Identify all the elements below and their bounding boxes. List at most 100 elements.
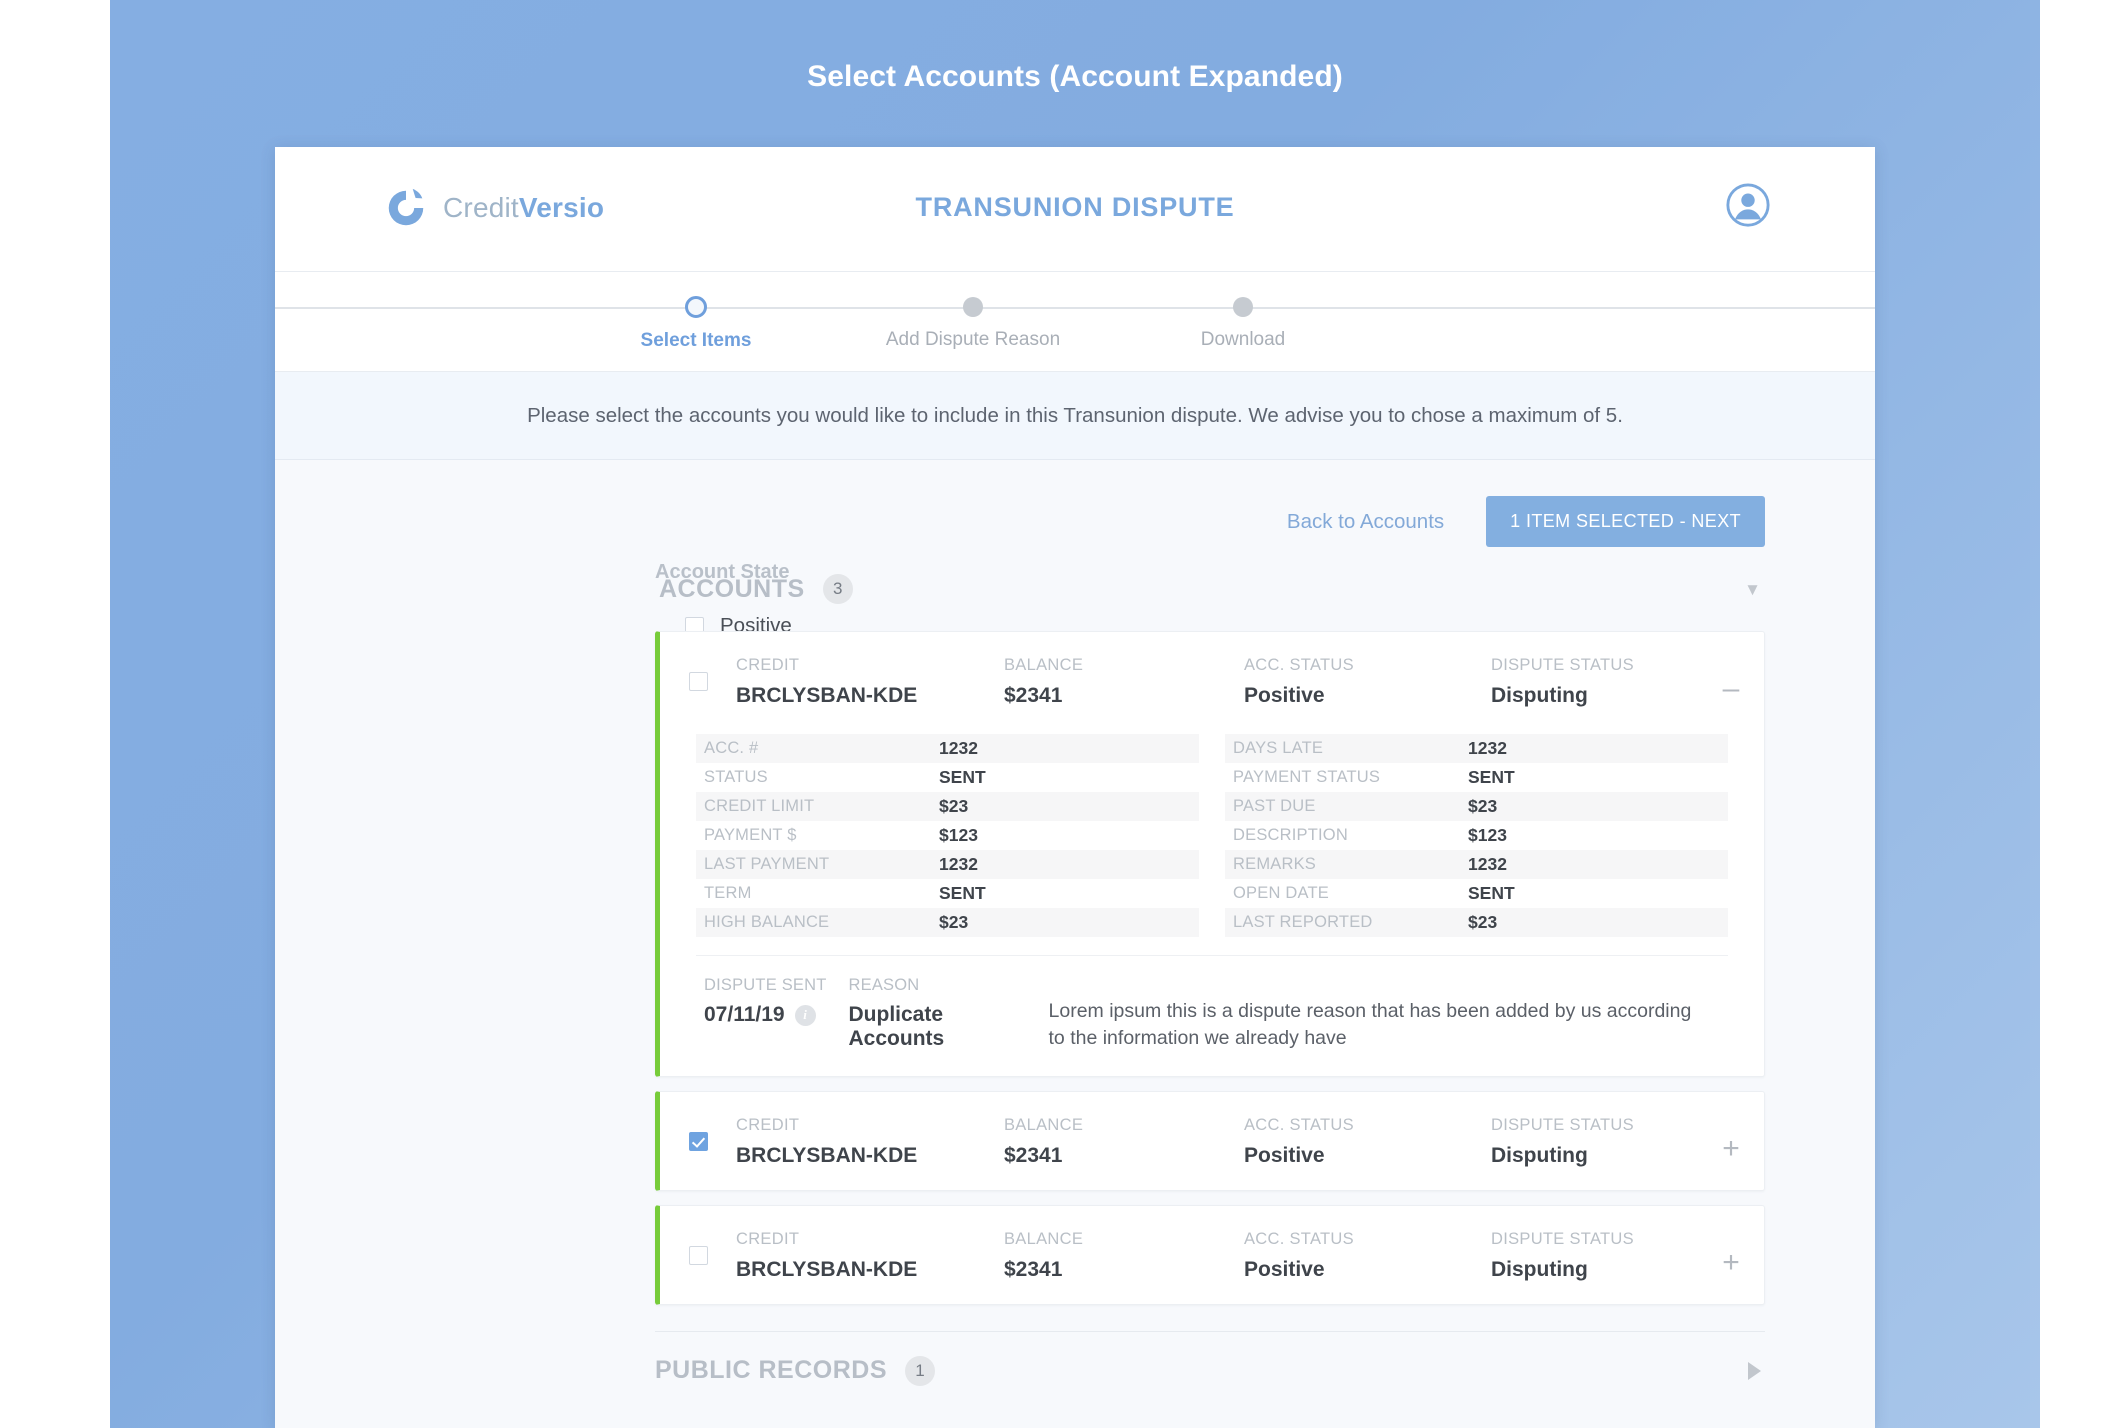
account-balance-value: $2341 — [1004, 684, 1063, 707]
column-header-acc-status: ACC. STATUS — [1244, 656, 1354, 674]
detail-key: DESCRIPTION — [1233, 826, 1348, 844]
dispute-sent-value: 07/11/19 — [704, 1003, 785, 1026]
step-select-items[interactable]: Select Items — [566, 272, 826, 352]
public-records-section-header[interactable]: PUBLIC RECORDS 1 — [655, 1331, 1765, 1409]
detail-key: PAST DUE — [1233, 797, 1316, 815]
account-credit-value: BRCLYSBAN-KDE — [736, 684, 918, 707]
account-credit-cell: CREDIT BRCLYSBAN-KDE — [736, 1116, 1004, 1168]
column-header-dispute-status: DISPUTE STATUS — [1491, 656, 1634, 674]
account-card-expanded[interactable]: CREDIT BRCLYSBAN-KDE BALANCE $2341 ACC. … — [655, 631, 1765, 1077]
step-download[interactable]: Download — [1113, 272, 1373, 351]
chevron-down-icon[interactable]: ▼ — [1744, 581, 1761, 598]
account-card-collapsed-selected[interactable]: CREDIT BRCLYSBAN-KDE BALANCE $2341 ACC. … — [655, 1091, 1765, 1191]
column-header-credit: CREDIT — [736, 1116, 800, 1134]
detail-row: LAST REPORTED $23 — [1225, 908, 1728, 937]
detail-value: SENT — [1468, 767, 1515, 787]
plus-icon[interactable]: + — [1698, 1230, 1764, 1278]
accounts-count-badge: 3 — [822, 574, 853, 604]
detail-key: PAYMENT $ — [704, 826, 797, 844]
detail-row: PAYMENT $ $123 — [696, 821, 1199, 850]
account-details-right: DAYS LATE 1232 PAYMENT STATUS SENT PAST … — [1225, 734, 1728, 937]
user-avatar-icon — [1726, 183, 1770, 227]
detail-value: SENT — [939, 767, 986, 787]
detail-value: $23 — [1468, 912, 1498, 932]
account-dispute-status-value: Disputing — [1491, 684, 1588, 707]
account-status-value: Positive — [1244, 684, 1325, 707]
detail-row: TERM SENT — [696, 879, 1199, 908]
account-balance-cell: BALANCE $2341 — [1004, 1116, 1244, 1168]
detail-value: $123 — [939, 825, 978, 845]
detail-key: HIGH BALANCE — [704, 913, 830, 931]
detail-key: ACC. # — [704, 739, 759, 757]
account-card-header: CREDIT BRCLYSBAN-KDE BALANCE $2341 ACC. … — [660, 632, 1764, 730]
main-columns: Account State Positive Negative Deleted — [275, 547, 1875, 1428]
account-dispute-status-cell: DISPUTE STATUS Disputing — [1491, 1230, 1698, 1282]
column-header-acc-status: ACC. STATUS — [1244, 1116, 1354, 1134]
column-header-credit: CREDIT — [736, 656, 800, 674]
account-select-checkbox[interactable] — [688, 1246, 708, 1265]
back-to-accounts-link[interactable]: Back to Accounts — [1287, 510, 1444, 534]
account-dispute-status-cell: DISPUTE STATUS Disputing — [1491, 1116, 1698, 1168]
detail-key: CREDIT LIMIT — [704, 797, 815, 815]
account-credit-cell: CREDIT BRCLYSBAN-KDE — [736, 1230, 1004, 1282]
accounts-panel: ACCOUNTS 3 ▼ CREDIT BRCLYSBAN-KDE BALANC… — [655, 561, 1875, 1428]
account-credit-value: BRCLYSBAN-KDE — [736, 1144, 918, 1167]
column-header-credit: CREDIT — [736, 1230, 800, 1248]
dispute-sent-label: DISPUTE SENT — [704, 976, 827, 994]
detail-row: HIGH BALANCE $23 — [696, 908, 1199, 937]
account-dispute-status-value: Disputing — [1491, 1144, 1588, 1167]
account-select-checkbox[interactable] — [688, 672, 708, 691]
accounts-section-header[interactable]: ACCOUNTS 3 ▼ — [655, 561, 1765, 617]
dispute-reason-text: Lorem ipsum this is a dispute reason tha… — [1048, 1000, 1692, 1049]
step-add-dispute-reason[interactable]: Add Dispute Reason — [843, 272, 1103, 351]
column-header-acc-status: ACC. STATUS — [1244, 1230, 1354, 1248]
progress-stepper: Select Items Add Dispute Reason Download — [275, 272, 1875, 372]
account-balance-cell: BALANCE $2341 — [1004, 1230, 1244, 1282]
account-card-header: CREDIT BRCLYSBAN-KDE BALANCE $2341 ACC. … — [660, 1092, 1764, 1190]
account-balance-value: $2341 — [1004, 1144, 1063, 1167]
detail-value: $23 — [939, 796, 969, 816]
minus-icon[interactable]: – — [1698, 656, 1764, 704]
column-header-balance: BALANCE — [1004, 656, 1084, 674]
detail-row: LAST PAYMENT 1232 — [696, 850, 1199, 879]
dispute-reason-value: Duplicate Accounts — [848, 1003, 945, 1050]
app-header: CreditVersio TRANSUNION DISPUTE — [275, 147, 1875, 272]
dispute-sent-value-row: 07/11/19 i — [704, 1003, 827, 1027]
account-select-checkbox-wrap — [660, 1116, 736, 1151]
action-bar: Back to Accounts 1 ITEM SELECTED - NEXT — [275, 460, 1875, 547]
app-window: CreditVersio TRANSUNION DISPUTE Select I… — [275, 147, 1875, 1428]
user-avatar-button[interactable] — [1725, 182, 1771, 228]
account-card-collapsed[interactable]: CREDIT BRCLYSBAN-KDE BALANCE $2341 ACC. … — [655, 1205, 1765, 1305]
detail-row: OPEN DATE SENT — [1225, 879, 1728, 908]
account-select-checkbox-wrap — [660, 1230, 736, 1265]
account-credit-cell: CREDIT BRCLYSBAN-KDE — [736, 656, 1004, 708]
account-dispute-status-cell: DISPUTE STATUS Disputing — [1491, 656, 1698, 708]
detail-key: OPEN DATE — [1233, 884, 1329, 902]
detail-value: 1232 — [1468, 854, 1507, 874]
step-dot-active-icon — [685, 296, 707, 318]
detail-row: PAST DUE $23 — [1225, 792, 1728, 821]
step-label: Select Items — [640, 330, 752, 351]
detail-key: LAST REPORTED — [1233, 913, 1373, 931]
detail-value: 1232 — [939, 854, 978, 874]
content-body: Back to Accounts 1 ITEM SELECTED - NEXT … — [275, 460, 1875, 1428]
account-status-cell: ACC. STATUS Positive — [1244, 1230, 1491, 1282]
detail-row: STATUS SENT — [696, 763, 1199, 792]
step-label: Add Dispute Reason — [885, 329, 1061, 350]
detail-row: CREDIT LIMIT $23 — [696, 792, 1199, 821]
info-icon[interactable]: i — [794, 1004, 816, 1026]
account-select-checkbox[interactable] — [688, 1132, 708, 1151]
account-balance-value: $2341 — [1004, 1258, 1063, 1281]
dispute-reason-label: REASON — [848, 976, 920, 994]
account-card-header: CREDIT BRCLYSBAN-KDE BALANCE $2341 ACC. … — [660, 1206, 1764, 1304]
detail-key: PAYMENT STATUS — [1233, 768, 1381, 786]
account-status-cell: ACC. STATUS Positive — [1244, 1116, 1491, 1168]
plus-icon[interactable]: + — [1698, 1116, 1764, 1164]
step-label: Download — [1200, 329, 1286, 350]
account-status-value: Positive — [1244, 1258, 1325, 1281]
column-header-dispute-status: DISPUTE STATUS — [1491, 1116, 1634, 1134]
next-button[interactable]: 1 ITEM SELECTED - NEXT — [1486, 496, 1765, 547]
page-title: Select Accounts (Account Expanded) — [807, 60, 1343, 93]
chevron-right-icon[interactable] — [1748, 1361, 1761, 1380]
detail-key: DAYS LATE — [1233, 739, 1324, 757]
